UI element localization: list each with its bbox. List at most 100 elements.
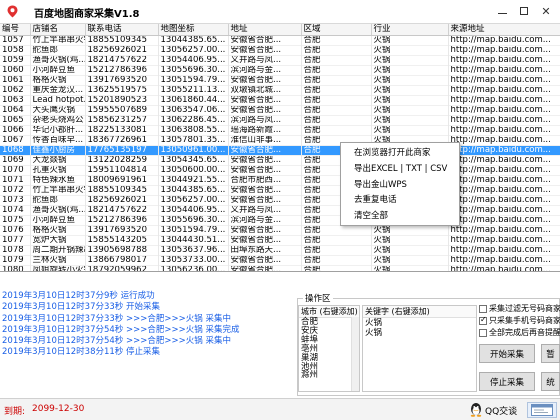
cell-coordinates: 13056257.00... [158, 45, 229, 55]
cell-region: 合肥 [301, 125, 372, 135]
cell-source: http://map.baidu.com... [448, 125, 560, 135]
column-header-industry[interactable]: 行业 [371, 24, 449, 36]
table-row[interactable]: 1064 大头鹰火锅 15955507689 13063547.06... 安徽省合肥.… [0, 105, 560, 115]
cell-industry: 火锅 [371, 65, 449, 75]
table-row[interactable]: 1077 宽炉大锅 15855143205 13044430.51... 安徽省合肥..… [0, 235, 560, 245]
cell-address: 义井路与凤... [228, 205, 302, 215]
table-row[interactable]: 1065 杂老头烧鸡公 15856231257 13062286.45... 滨河路与凤… [0, 115, 560, 125]
checkbox-sound-alert[interactable] [479, 328, 487, 337]
cell-address: 滨河路与凤... [228, 115, 302, 125]
column-header-phone[interactable]: 联系电话 [85, 24, 159, 36]
cell-source: http://map.baidu.com... [448, 135, 560, 145]
cell-shop-name: 宽炉大锅 [30, 235, 86, 245]
log-line: 2019年3月10日12时38分11秒 停止采集 [2, 347, 161, 358]
menu-item-export-excel-txt-csv[interactable]: 导出EXCEL | TXT | CSV [341, 162, 459, 178]
cell-coordinates: 13044921.55... [158, 175, 229, 185]
cell-phone: 13917693520 [85, 225, 159, 235]
table-row[interactable]: 1068 佳鑫小厨房 17765135197 13050961.00... 安徽省合肥.… [0, 145, 560, 155]
cell-phone: 18367726961 [85, 135, 159, 145]
table-row[interactable]: 1078周二期开锅辣串1390569878813053637.96...田埠东路… [0, 245, 560, 255]
maximize-button[interactable] [514, 3, 534, 19]
keyword-list[interactable]: 关键字 (右键添加) 火锅 火锅 [362, 305, 477, 392]
cell-phone: 13917693520 [85, 75, 159, 85]
table-row[interactable]: 1070 孔重火锅 15951104814 13050600.00... 安徽省合肥..… [0, 165, 560, 175]
table-row[interactable]: 1069 大龙燚锅 13122028259 13054345.65... 安徽省合肥..… [0, 155, 560, 165]
cell-address: 安徽省合肥... [228, 145, 302, 155]
city-list-scrollbar[interactable] [351, 317, 359, 391]
cell-coordinates: 13062286.45... [158, 115, 229, 125]
city-list[interactable]: 城市 (右键添加) 合肥 安庆 蚌埠 亳州 巢湖 池州 滁州 [298, 305, 360, 392]
table-row[interactable]: 1058 舵鱼郎 18256926021 13056257.00... 安徽省合肥...… [0, 45, 560, 55]
results-table-container[interactable]: 编号 店铺名 联系电话 地图坐标 地址 区域 行业 来源地址 1057 竹上竿串串… [0, 24, 560, 272]
table-row[interactable]: 1071 特色辣水鱼 18009691961 13044921.55... 合肥市肥西.… [0, 175, 560, 185]
extra-button[interactable]: 统 [541, 372, 560, 391]
table-row[interactable]: 1063Lead hotpot...1520189052313061860.44… [0, 95, 560, 105]
cell-phone: 15951104814 [85, 165, 159, 175]
cell-phone: 18256926021 [85, 195, 159, 205]
checkbox-mobile-only[interactable] [479, 315, 487, 325]
table-row[interactable]: 1062 重庆金龙汉... 13625519575 13055211.13... 双墩镇… [0, 85, 560, 95]
cell-region: 合肥 [301, 255, 372, 265]
minimize-button[interactable] [492, 3, 512, 19]
cell-industry: 火锅 [371, 85, 449, 95]
table-row[interactable]: 1059 渔哥火锅(鸡... 18214757622 13054406.95... 义井… [0, 55, 560, 65]
table-row[interactable]: 1060 小河醉豆鱼 15212786396 13055696.30... 滨河路与金.… [0, 65, 560, 75]
cell-industry: 火锅 [371, 265, 449, 271]
option-filter-no-phone[interactable]: 采集过滤无号码商家 [479, 303, 560, 314]
cell-address: 安徽省合肥... [228, 255, 302, 265]
close-button[interactable]: ✕ [536, 3, 556, 19]
cell-phone: 17765135197 [85, 145, 159, 155]
qq-chat-link[interactable]: QQ交谈 [485, 404, 517, 417]
table-row[interactable]: 1075 小河醉豆鱼 15212786396 13055696.30... 滨河路与金.… [0, 215, 560, 225]
column-header-shop-name[interactable]: 店铺名 [30, 24, 86, 36]
pause-button[interactable]: 暂 [541, 344, 560, 363]
cell-coordinates: 13055696.30... [158, 215, 229, 225]
column-header-source[interactable]: 来源地址 [448, 24, 560, 36]
menu-item-open-in-browser[interactable]: 在浏览器打开此商家 [341, 146, 459, 162]
column-header-region[interactable]: 区域 [301, 24, 372, 36]
table-row[interactable]: 1073 舵鱼郎 18256926021 13056257.00... 安徽省合肥...… [0, 195, 560, 205]
city-item[interactable]: 滁州 [299, 371, 359, 380]
cell-id: 1065 [0, 115, 31, 125]
keyword-item[interactable]: 火锅 [363, 318, 476, 328]
column-header-address[interactable]: 地址 [228, 24, 302, 36]
menu-item-clear-all[interactable]: 清空全部 [341, 209, 459, 225]
stop-collect-button[interactable]: 停止采集 [479, 372, 535, 391]
cell-source: http://map.baidu.com... [448, 265, 560, 271]
column-header-coordinates[interactable]: 地图坐标 [158, 24, 229, 36]
cell-phone: 13866798017 [85, 255, 159, 265]
table-row[interactable]: 1061 格格火锅 13917693520 13051594.79... 安徽省合肥..… [0, 75, 560, 85]
menu-item-dedupe-phones[interactable]: 去重复电话 [341, 193, 459, 209]
option-sound-alert-label: 全部完成后再音提醒 [489, 328, 560, 337]
table-row[interactable]: 1080凤姐旋转小火锅1879205996213056236.00...安徽省合… [0, 265, 560, 271]
table-row[interactable]: 1066 华记小郡肝... 18225133081 13063808.55... 瑶海路… [0, 125, 560, 135]
table-row[interactable]: 1079 兰林火锅 13866798017 13053733.00... 安徽省合肥..… [0, 255, 560, 265]
cell-source: http://map.baidu.com... [448, 155, 560, 165]
table-row[interactable]: 1057竹上竿串串火锅1885510934513044385.65...安徽省合… [0, 35, 560, 45]
table-row[interactable]: 1074 渔哥火锅(鸡... 18214757622 13054406.95... 义井… [0, 205, 560, 215]
log-panel[interactable]: 2019年3月10日12时37分9秒 运行成功 2019年3月10日12时37分… [0, 290, 295, 380]
taskbar-thumbnail-icon[interactable] [527, 402, 557, 418]
checkbox-filter-no-phone[interactable] [479, 304, 487, 313]
cell-id: 1066 [0, 125, 31, 135]
table-row[interactable]: 1067 传香百味早... 18367726961 13057801.35... 淮信山… [0, 135, 560, 145]
cell-source: http://map.baidu.com... [448, 85, 560, 95]
cell-phone: 15955507689 [85, 105, 159, 115]
table-row[interactable]: 1076 格格火锅 13917693520 13051594.79... 安徽省合肥..… [0, 225, 560, 235]
cell-source: http://map.baidu.com... [448, 35, 560, 45]
cell-coordinates: 13063547.06... [158, 105, 229, 115]
menu-item-export-wps[interactable]: 导出金山WPS [341, 178, 459, 194]
cell-id: 1063 [0, 95, 31, 105]
option-sound-alert[interactable]: 全部完成后再音提醒 [479, 327, 560, 338]
operation-legend: 操作区 [303, 292, 333, 304]
cell-coordinates: 13063808.55... [158, 125, 229, 135]
cell-region: 合肥 [301, 85, 372, 95]
start-collect-button[interactable]: 开始采集 [479, 344, 535, 363]
cell-coordinates: 13056236.00... [158, 265, 229, 271]
log-line: 2019年3月10日12时37分33秒 >>>合肥>>>火锅 采集中 [2, 313, 231, 324]
qq-penguin-icon[interactable] [469, 402, 483, 417]
keyword-item[interactable]: 火锅 [363, 328, 476, 338]
option-mobile-only[interactable]: 只采集手机号码商家 [479, 315, 560, 326]
column-header-id[interactable]: 编号 [0, 24, 31, 36]
table-row[interactable]: 1072竹上竿串串火锅1885510934513044385.65...安徽省合… [0, 185, 560, 195]
